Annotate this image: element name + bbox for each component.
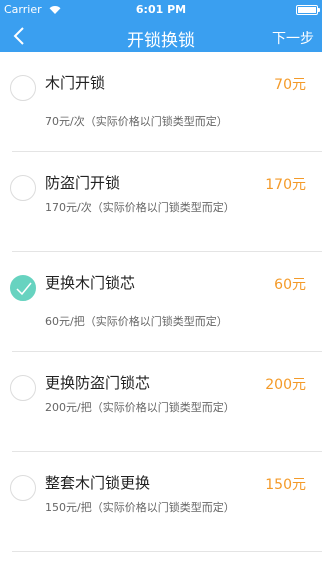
service-name: 整套木门锁更换	[45, 474, 151, 492]
service-price: 60元	[274, 277, 306, 293]
service-item[interactable]: 木门开锁 70元 70元/次（实际价格以门锁类型而定）	[10, 52, 322, 152]
service-desc: 60元/把（实际价格以门锁类型而定）	[45, 315, 228, 328]
service-desc: 170元/次（实际价格以门锁类型而定）	[45, 201, 235, 214]
radio-button[interactable]	[10, 175, 36, 201]
service-name: 更换木门锁芯	[45, 274, 136, 292]
radio-button[interactable]	[10, 375, 36, 401]
service-desc: 150元/把（实际价格以门锁类型而定）	[45, 501, 235, 514]
service-name: 木门开锁	[45, 74, 106, 92]
service-price: 170元	[265, 177, 306, 193]
service-item[interactable]: 更换防盗门锁芯 200元 200元/把（实际价格以门锁类型而定）	[10, 352, 322, 452]
service-name: 防盗门开锁	[45, 174, 121, 192]
service-price: 150元	[265, 477, 306, 493]
battery-fill	[298, 7, 316, 13]
service-desc: 200元/把（实际价格以门锁类型而定）	[45, 401, 235, 414]
radio-button[interactable]	[10, 75, 36, 101]
service-item[interactable]: 防盗门开锁 170元 170元/次（实际价格以门锁类型而定）	[10, 152, 322, 252]
status-bar: Carrier 6:01 PM	[0, 0, 322, 20]
service-item[interactable]: 整套木门锁更换 150元 150元/把（实际价格以门锁类型而定）	[10, 452, 322, 552]
radio-button-checked[interactable]	[10, 275, 36, 301]
next-step-button[interactable]: 下一步	[272, 28, 314, 48]
nav-bar: 开锁换锁 下一步	[0, 20, 322, 52]
service-item[interactable]: 更换木门锁芯 60元 60元/把（实际价格以门锁类型而定）	[10, 252, 322, 352]
service-price: 70元	[274, 77, 306, 93]
service-name: 更换防盗门锁芯	[45, 374, 151, 392]
service-desc: 70元/次（实际价格以门锁类型而定）	[45, 115, 228, 128]
battery-icon	[296, 5, 320, 15]
service-price: 200元	[265, 377, 306, 393]
status-time: 6:01 PM	[135, 3, 187, 16]
radio-button[interactable]	[10, 475, 36, 501]
checkmark-icon	[16, 282, 32, 296]
service-list: 木门开锁 70元 70元/次（实际价格以门锁类型而定） 防盗门开锁 170元 1…	[0, 52, 322, 552]
